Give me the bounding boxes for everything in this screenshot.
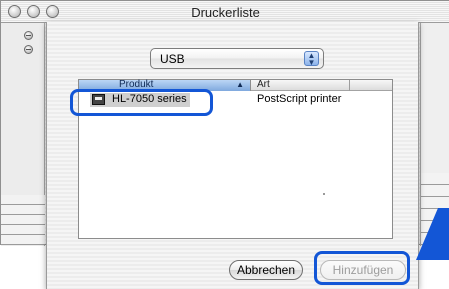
column-header-art[interactable]: Art [257, 79, 270, 90]
pointer-arrow-icon [416, 208, 449, 260]
connection-type-popup[interactable]: USB ▲ ▼ [150, 48, 324, 69]
printer-highlight-box [70, 89, 213, 116]
cancel-button[interactable]: Abbrechen [229, 260, 303, 280]
add-button-highlight-box [314, 251, 410, 285]
add-printer-sheet: USB ▲ ▼ Produkt ▲ Art HL-7050 series Post… [46, 22, 419, 289]
left-side-panel [1, 23, 45, 246]
sort-ascending-icon: ▲ [236, 80, 244, 89]
panel-toggle-icon[interactable] [24, 31, 33, 40]
list-speck [323, 193, 325, 195]
printer-type: PostScript printer [257, 93, 342, 105]
window-titlebar: Druckerliste [1, 1, 449, 23]
panel-toggle-icon[interactable] [24, 45, 33, 54]
column-divider [349, 80, 350, 91]
panel-rows [1, 195, 45, 245]
window-title: Druckerliste [191, 5, 260, 20]
popup-arrows-icon: ▲ ▼ [304, 51, 319, 67]
connection-type-value: USB [160, 52, 185, 66]
